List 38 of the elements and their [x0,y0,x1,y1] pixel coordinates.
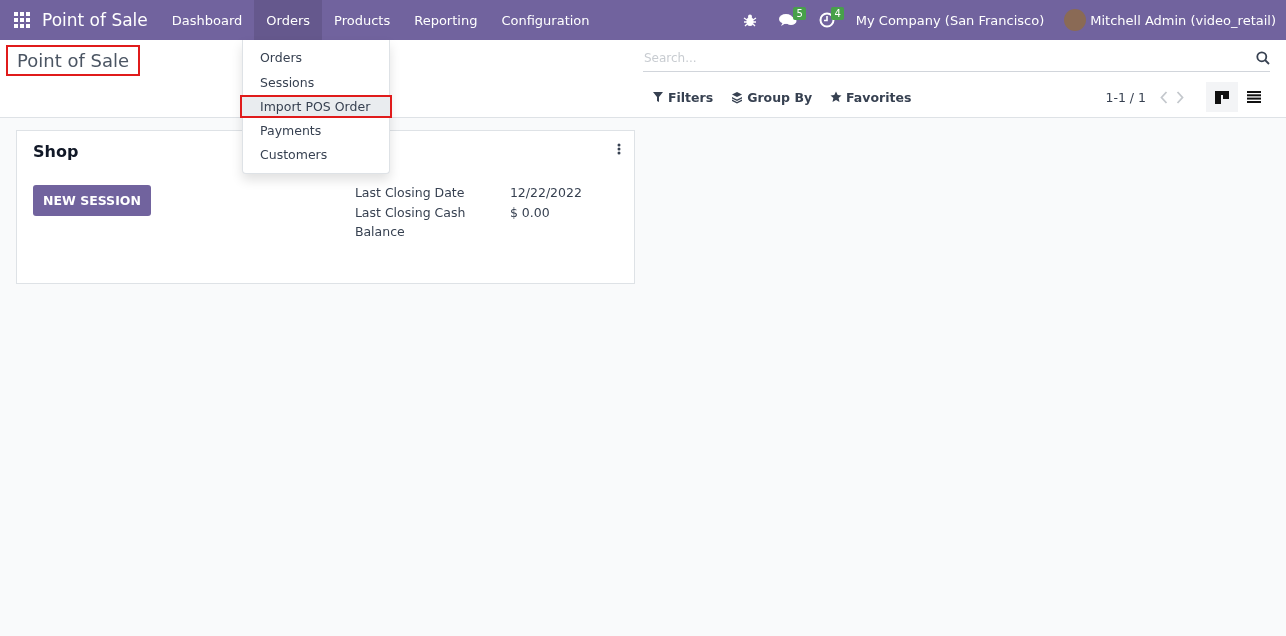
search-icon[interactable] [1256,51,1270,65]
dropdown-item[interactable]: Customers [240,143,392,167]
apps-grid-icon[interactable] [14,12,30,28]
card-title: Shop [33,142,79,161]
filter-icon [652,90,664,104]
clock-icon[interactable] [818,12,835,28]
kebab-menu-icon[interactable] [617,143,621,155]
breadcrumb-title: Point of Sale [6,45,141,76]
field-value: $ 0.00 [509,204,551,222]
field-value: 12/22/2022 [509,184,582,202]
dropdown-item[interactable]: Orders [240,46,392,70]
field-label: Last Closing Cash Balance [354,204,467,241]
menu-tab[interactable]: Products [322,0,403,40]
message-count-badge: 5 [793,7,806,20]
chat-bubbles-icon[interactable] [778,13,797,27]
dropdown-item[interactable]: Sessions [240,70,392,94]
kanban-icon [1215,90,1229,104]
layers-icon [731,90,744,104]
menu-tab[interactable]: Orders [254,0,323,40]
dropdown-item[interactable]: Payments [240,119,392,143]
favorites-button[interactable]: Favorites [821,89,921,105]
list-icon [1247,91,1261,103]
activity-count-badge: 4 [831,7,844,20]
company-switcher[interactable]: My Company (San Francisco) [845,12,1055,28]
bug-icon[interactable] [742,13,757,27]
menu-tab[interactable]: Configuration [489,0,602,40]
app-title[interactable]: Point of Sale [42,10,148,30]
dropdown-item[interactable]: Import POS Order [240,94,392,118]
pager-value[interactable]: 1-1 / 1 [1105,89,1146,105]
new-session-button[interactable]: NEW SESSION [33,185,151,216]
menu-tab[interactable]: Reporting [402,0,490,40]
field-label: Last Closing Date [354,184,466,202]
menu-tab[interactable]: Dashboard [159,0,255,40]
filters-button[interactable]: Filters [643,89,723,105]
group-by-button[interactable]: Group By [722,89,822,105]
user-menu[interactable]: Mitchell Admin (video_retail) [1090,12,1276,28]
star-icon [830,90,843,104]
kanban-view-button[interactable] [1206,82,1238,112]
